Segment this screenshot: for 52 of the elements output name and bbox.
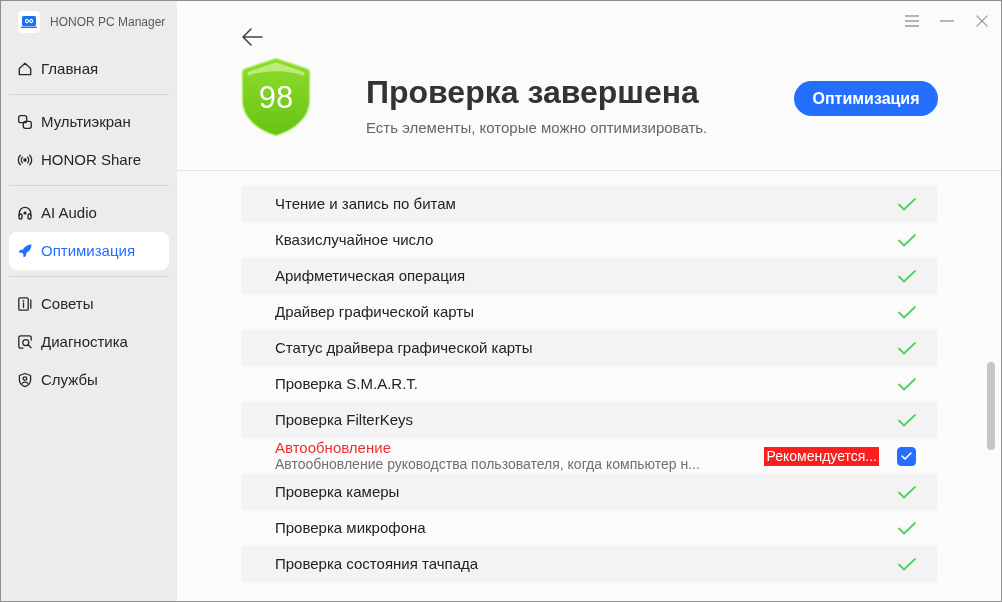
check-label: Статус драйвера графической карты [275, 337, 534, 358]
check-label: Квазислучайное число [275, 229, 435, 250]
rocket-icon [17, 243, 33, 259]
shield-icon [241, 57, 311, 137]
check-label: Проверка камеры [275, 481, 401, 502]
check-icon [898, 557, 916, 571]
check-label: Арифметическая операция [275, 265, 467, 286]
back-icon[interactable] [241, 27, 263, 47]
sidebar-item[interactable]: AI Audio [9, 194, 169, 232]
check-icon [898, 197, 916, 211]
sidebar-item[interactable]: Службы [9, 361, 169, 399]
page-title: Проверка завершена [366, 73, 700, 112]
check-icon [898, 269, 916, 283]
shield-user-icon [17, 372, 33, 388]
check-label: Драйвер графической карты [275, 301, 475, 322]
sidebar-item[interactable]: Советы [9, 285, 169, 323]
app-name: HONOR PC Manager [50, 14, 166, 31]
check-label: Проверка микрофона [275, 517, 427, 538]
check-label: Чтение и запись по битам [275, 193, 457, 214]
menu-icon[interactable] [905, 15, 919, 27]
check-label: Проверка состояния тачпада [275, 553, 480, 574]
check-icon [898, 377, 916, 391]
score-value: 98 [258, 81, 294, 116]
sidebar-item[interactable]: HONOR Share [9, 141, 169, 179]
optimize-button[interactable]: Оптимизация [794, 81, 938, 116]
sidebar-item[interactable]: Главная [9, 50, 169, 88]
check-label: Проверка FilterKeys [275, 409, 415, 430]
app-logo [18, 11, 40, 33]
checkmark-icon [901, 452, 912, 460]
linked-squares-icon [17, 114, 33, 130]
issue-title: Автообновление [275, 439, 392, 456]
sidebar-item[interactable]: Оптимизация [9, 232, 169, 270]
issue-description: Автообновление руководства пользователя, когда компьютер н... [275, 456, 701, 473]
close-icon[interactable] [976, 15, 988, 27]
scrollbar-thumb[interactable] [987, 362, 995, 450]
checkbox[interactable] [897, 446, 916, 466]
home-icon [17, 61, 33, 77]
check-label: Проверка S.M.A.R.T. [275, 373, 420, 394]
check-icon [898, 485, 916, 499]
check-icon [898, 341, 916, 355]
check-icon [898, 233, 916, 247]
check-icon [898, 521, 916, 535]
broadcast-icon [17, 152, 33, 168]
sidebar-item[interactable]: Диагностика [9, 323, 169, 361]
recommendation-badge: Рекомендуется... [764, 446, 879, 466]
magnifier-icon [17, 334, 33, 350]
check-icon [898, 413, 916, 427]
info-card-icon [17, 296, 33, 312]
page-subtitle: Есть элементы, которые можно оптимизировать. [366, 118, 708, 138]
sidebar-item[interactable]: Мультиэкран [9, 103, 169, 141]
check-icon [898, 305, 916, 319]
headphones-icon [17, 205, 33, 221]
